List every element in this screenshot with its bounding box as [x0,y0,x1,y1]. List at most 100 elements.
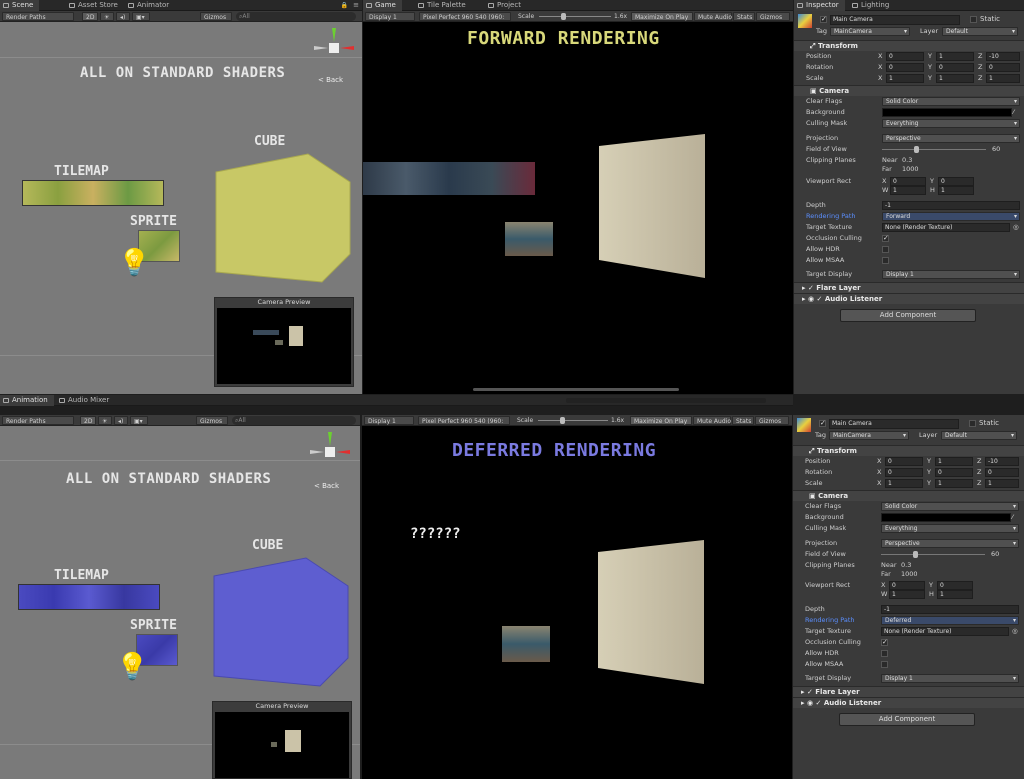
fov-value-bottom[interactable]: 60 [991,549,999,560]
scale-z-bottom[interactable]: 1 [985,479,1019,488]
tilemap-object-bottom[interactable] [18,584,160,610]
occlusion-checkbox-bottom[interactable]: ✓ [881,639,888,646]
scale-slider-bottom[interactable] [538,417,608,424]
display-dropdown-bottom[interactable]: Display 1 [364,416,414,425]
rotation-x[interactable]: 0 [886,63,924,72]
fov-slider-knob[interactable] [913,551,918,558]
rendering-path-dropdown[interactable]: Forward [882,212,1020,221]
hdr-checkbox[interactable] [882,246,889,253]
image-effects-icon[interactable]: ▣▾ [130,416,148,425]
eyedropper-icon[interactable]: ⁄ [1013,107,1014,118]
position-y[interactable]: 1 [936,52,974,61]
mode-2d-button-bottom[interactable]: 2D [80,416,96,425]
tab-animation[interactable]: Animation [0,395,54,406]
back-label-bottom[interactable]: < Back [314,482,339,490]
resolution-dropdown-bottom[interactable]: Pixel Perfect 960 540 (960: [418,416,510,425]
clear-flags-dropdown[interactable]: Solid Color [882,97,1020,106]
scene-search-input[interactable]: ⌕All [236,12,356,21]
scale-slider-knob[interactable] [561,13,566,20]
tilemap-object[interactable] [22,180,164,206]
back-label[interactable]: < Back [318,76,343,84]
gizmos-dropdown[interactable]: Gizmos [200,12,232,21]
audio-icon[interactable]: ◂) [116,12,130,21]
projection-dropdown[interactable]: Perspective [882,134,1020,143]
scene-view-bottom[interactable]: ALL ON STANDARD SHADERS CUBE TILEMAP SPR… [0,426,360,779]
tab-scene[interactable]: Scene [0,0,40,11]
add-component-button[interactable]: Add Component [840,309,976,322]
tab-tile-palette[interactable]: Tile Palette [415,0,472,11]
stats-button[interactable]: Stats [733,12,755,21]
game-view[interactable]: FORWARD RENDERING [363,22,793,394]
sun-icon[interactable]: ☀ [100,12,114,21]
transform-header[interactable]: ⤢ Transform [794,40,1024,51]
scale-slider[interactable] [539,13,611,20]
object-picker-icon[interactable]: ◎ [1012,626,1018,637]
light-bulb-icon[interactable]: 💡 [118,248,150,278]
fov-slider[interactable] [882,146,986,153]
layer-dropdown[interactable]: Default [942,27,1018,36]
rotation-y[interactable]: 0 [936,63,974,72]
static-checkbox-bottom[interactable] [969,420,976,427]
background-color-field[interactable] [882,108,1012,117]
sun-icon[interactable]: ☀ [98,416,112,425]
target-display-dropdown[interactable]: Display 1 [882,270,1020,279]
scale-x[interactable]: 1 [886,74,924,83]
far-value-bottom[interactable]: 1000 [901,569,918,580]
scene-view[interactable]: ALL ON STANDARD SHADERS CUBE TILEMAP SPR… [0,22,362,394]
tab-game[interactable]: Game [363,0,402,11]
target-display-dropdown-bottom[interactable]: Display 1 [881,674,1019,683]
render-paths-dropdown[interactable]: Render Paths [2,12,74,21]
tab-lighting[interactable]: Lighting [849,0,895,11]
rotation-y-bottom[interactable]: 0 [935,468,973,477]
layer-dropdown-bottom[interactable]: Default [941,431,1017,440]
background-color-field-bottom[interactable] [881,513,1011,522]
flare-layer-header[interactable]: ▸ ✓ Flare Layer [794,282,1024,293]
maximize-on-play-button-bottom[interactable]: Maximize On Play [630,416,692,425]
hdr-checkbox-bottom[interactable] [881,650,888,657]
position-x-bottom[interactable]: 0 [885,457,923,466]
fov-slider-knob[interactable] [914,146,919,153]
viewport-w-bottom[interactable]: 1 [889,590,925,599]
rotation-z-bottom[interactable]: 0 [985,468,1019,477]
fov-slider-bottom[interactable] [881,551,985,558]
scale-slider-knob[interactable] [560,417,565,424]
image-effects-icon[interactable]: ▣▾ [132,12,150,21]
rotation-z[interactable]: 0 [986,63,1020,72]
scene-search-input-bottom[interactable]: ⌕All [232,416,356,425]
culling-mask-dropdown[interactable]: Everything [882,119,1020,128]
scale-y[interactable]: 1 [936,74,974,83]
position-z-bottom[interactable]: -10 [985,457,1019,466]
scale-y-bottom[interactable]: 1 [935,479,973,488]
rotation-x-bottom[interactable]: 0 [885,468,923,477]
render-paths-dropdown-bottom[interactable]: Render Paths [2,416,74,425]
object-picker-icon[interactable]: ◎ [1013,222,1019,233]
game-view-bottom[interactable]: DEFERRED RENDERING ?????? [362,426,792,779]
scale-z[interactable]: 1 [986,74,1020,83]
orientation-gizmo-icon[interactable] [314,28,354,68]
audio-listener-header[interactable]: ▸ ◉ ✓ Audio Listener [794,293,1024,304]
viewport-h[interactable]: 1 [938,186,974,195]
eyedropper-icon[interactable]: ⁄ [1012,512,1013,523]
camera-header[interactable]: ▣ Camera [794,85,1024,96]
scale-x-bottom[interactable]: 1 [885,479,923,488]
stats-button-bottom[interactable]: Stats [732,416,754,425]
tag-dropdown[interactable]: MainCamera [830,27,910,36]
menu-icon[interactable]: ≡ [353,1,359,9]
mode-2d-button[interactable]: 2D [82,12,98,21]
camera-header-bottom[interactable]: ▣ Camera [793,490,1024,501]
occlusion-checkbox[interactable]: ✓ [882,235,889,242]
mute-audio-button-bottom[interactable]: Mute Audio [693,416,731,425]
audio-listener-header-bottom[interactable]: ▸ ◉ ✓ Audio Listener [793,697,1024,708]
cube-object[interactable] [212,152,352,284]
tag-dropdown-bottom[interactable]: MainCamera [829,431,909,440]
far-value[interactable]: 1000 [902,164,919,175]
culling-mask-dropdown-bottom[interactable]: Everything [881,524,1019,533]
lock-icon[interactable]: 🔒 [341,2,348,9]
projection-dropdown-bottom[interactable]: Perspective [881,539,1019,548]
audio-icon[interactable]: ◂) [114,416,128,425]
orientation-gizmo-icon[interactable] [310,432,350,472]
resolution-dropdown[interactable]: Pixel Perfect 960 540 (960: [419,12,511,21]
tab-inspector[interactable]: Inspector [794,0,845,11]
fov-value[interactable]: 60 [992,144,1000,155]
position-y-bottom[interactable]: 1 [935,457,973,466]
